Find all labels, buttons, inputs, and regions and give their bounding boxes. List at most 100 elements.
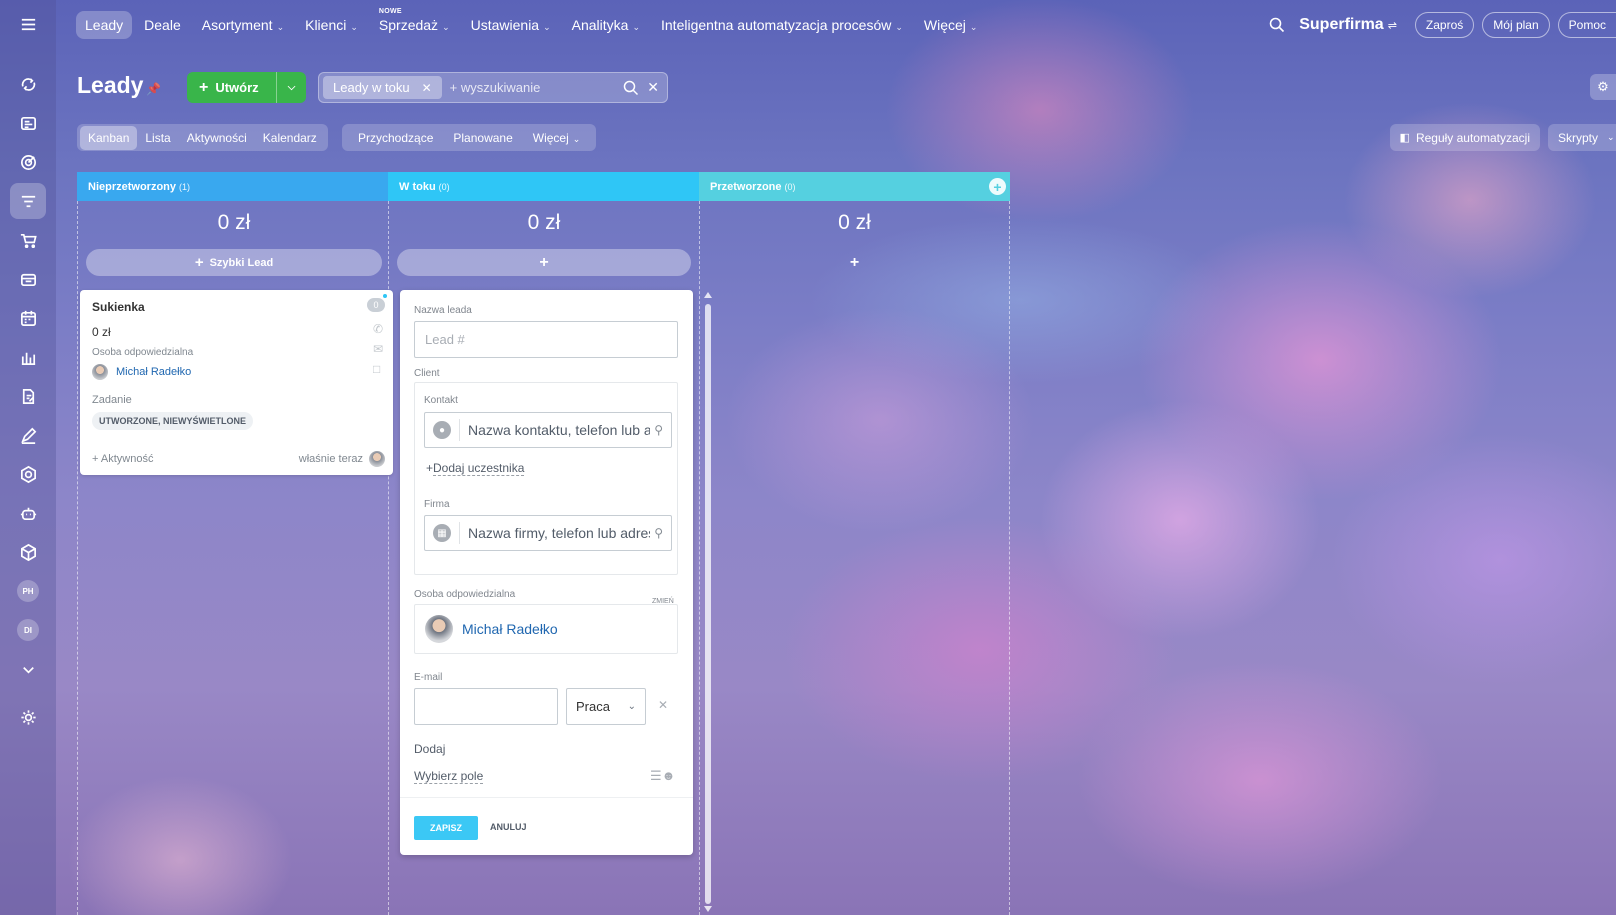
close-icon[interactable]: ✕ bbox=[422, 81, 432, 95]
nav-label: Sprzedaż bbox=[378, 17, 439, 33]
create-button[interactable]: + Utwórz ⌵ bbox=[187, 72, 306, 103]
tab-kalendarz[interactable]: Kalendarz bbox=[255, 126, 325, 150]
robot-icon[interactable] bbox=[10, 495, 46, 531]
user-avatar-di[interactable]: DI bbox=[10, 612, 46, 648]
feed-icon[interactable] bbox=[10, 105, 46, 141]
pin-icon[interactable]: 📌 bbox=[146, 82, 161, 96]
add-lead-button[interactable]: + bbox=[708, 249, 1001, 276]
document-icon[interactable] bbox=[10, 378, 46, 414]
chart-icon[interactable] bbox=[10, 339, 46, 375]
cart-icon[interactable] bbox=[10, 222, 46, 258]
scrollbar-thumb[interactable] bbox=[705, 304, 711, 904]
delete-icon[interactable]: ✕ bbox=[658, 698, 668, 712]
search-input[interactable]: + wyszukiwanie bbox=[450, 80, 624, 95]
chat-icon[interactable]: □ bbox=[373, 362, 383, 376]
my-plan-button[interactable]: Mój plan bbox=[1482, 12, 1550, 38]
quick-lead-button[interactable]: + Szybki Lead bbox=[86, 249, 382, 276]
people-icon[interactable]: ☰☻ bbox=[650, 768, 675, 784]
client-label: Client bbox=[414, 368, 440, 379]
tab-aktywnosci[interactable]: Aktywności bbox=[179, 126, 255, 150]
company-input[interactable]: ▦ Nazwa firmy, telefon lub adres e-mail … bbox=[424, 515, 672, 551]
scroll-down-arrow[interactable] bbox=[704, 906, 712, 912]
cube-icon[interactable] bbox=[10, 534, 46, 570]
nav-asortyment[interactable]: Asortyment ⌄ bbox=[193, 11, 293, 39]
filter-tag[interactable]: Leady w toku ✕ bbox=[323, 76, 442, 99]
column-count: (0) bbox=[438, 181, 450, 192]
nav-automatyzacja[interactable]: Inteligentna automatyzacja procesów ⌄ bbox=[652, 11, 912, 39]
choose-field-link[interactable]: Wybierz pole bbox=[414, 769, 484, 784]
responsible-name[interactable]: Michał Radełko bbox=[462, 621, 558, 637]
company-name[interactable]: Superfirma ⇌ bbox=[1299, 16, 1397, 34]
column-header[interactable]: W toku (0) bbox=[388, 172, 711, 201]
cancel-button[interactable]: ANULUJ bbox=[490, 822, 527, 832]
nav-klienci[interactable]: Klienci ⌄ bbox=[296, 11, 367, 39]
email-input[interactable] bbox=[414, 688, 558, 725]
lead-name-input[interactable]: Lead # bbox=[414, 321, 678, 358]
responsible-person[interactable]: Michał Radełko bbox=[414, 604, 678, 654]
tab-lista[interactable]: Lista bbox=[137, 126, 178, 150]
tab-planowane[interactable]: Planowane bbox=[443, 126, 522, 150]
sign-icon[interactable] bbox=[10, 417, 46, 453]
scrollbar[interactable] bbox=[704, 290, 712, 912]
nav-label: Analityka bbox=[571, 17, 629, 33]
store-icon[interactable] bbox=[10, 261, 46, 297]
target-icon[interactable] bbox=[10, 144, 46, 180]
nav-wiecej[interactable]: Więcej ⌄ bbox=[915, 11, 987, 39]
user-avatar-ph[interactable]: PH bbox=[10, 573, 46, 609]
responsible-label: Osoba odpowiedzialna bbox=[92, 347, 194, 358]
add-lead-button[interactable]: + bbox=[397, 249, 691, 276]
nav-analityka[interactable]: Analityka ⌄ bbox=[563, 11, 649, 39]
column-body: 0 zł + bbox=[699, 201, 1010, 915]
filter-search-box[interactable]: Leady w toku ✕ + wyszukiwanie ✕ bbox=[318, 72, 668, 103]
separator bbox=[459, 419, 460, 441]
add-activity-link[interactable]: + Aktywność bbox=[92, 453, 153, 465]
chevron-down-icon: ⌄ bbox=[969, 22, 978, 32]
gear-icon[interactable]: ⚙ bbox=[1590, 74, 1616, 100]
sub-tabs: Przychodzące Planowane Więcej ⌄ bbox=[342, 124, 597, 151]
scroll-up-arrow[interactable] bbox=[704, 292, 712, 298]
nav-ustawienia[interactable]: Ustawienia ⌄ bbox=[462, 11, 560, 39]
menu-icon[interactable] bbox=[10, 6, 46, 42]
email-label: E-mail bbox=[414, 672, 443, 683]
calendar-icon[interactable] bbox=[10, 300, 46, 336]
save-button[interactable]: ZAPISZ bbox=[414, 816, 478, 840]
email-type-select[interactable]: Praca ⌄ bbox=[566, 688, 646, 725]
contact-input[interactable]: ● Nazwa kontaktu, telefon lub adres e-ma… bbox=[424, 412, 672, 448]
add-label: Dodaj bbox=[414, 742, 446, 756]
plus-icon: + bbox=[199, 78, 209, 96]
scripts-button[interactable]: Skrypty ⌄ bbox=[1548, 124, 1616, 151]
lead-title[interactable]: Sukienka bbox=[92, 300, 381, 314]
mail-icon[interactable]: ✉ bbox=[373, 342, 383, 356]
add-participant-link[interactable]: +Dodaj uczestnika bbox=[426, 461, 525, 476]
tab-przychodzace[interactable]: Przychodzące bbox=[348, 126, 443, 150]
kanban-column-nieprzetworzony: Nieprzetworzony (1) 0 zł + Szybki Lead bbox=[77, 172, 402, 915]
phone-icon[interactable]: ✆ bbox=[373, 322, 383, 336]
deals-icon[interactable] bbox=[10, 66, 46, 102]
nav-sprzedaz[interactable]: NOWE Sprzedaż ⌄ bbox=[370, 8, 459, 39]
search-icon[interactable] bbox=[1269, 17, 1285, 33]
search-icon[interactable] bbox=[623, 80, 639, 96]
shield-icon[interactable] bbox=[10, 456, 46, 492]
clear-icon[interactable]: ✕ bbox=[647, 79, 659, 96]
tab-kanban[interactable]: Kanban bbox=[80, 125, 138, 150]
help-button[interactable]: Pomoc bbox=[1557, 12, 1616, 38]
responsible-name[interactable]: Michał Radełko bbox=[116, 366, 191, 378]
add-column-icon[interactable]: + bbox=[989, 178, 1006, 195]
search-icon[interactable]: ⚲ bbox=[654, 423, 663, 437]
filter-icon[interactable] bbox=[10, 183, 46, 219]
automation-rules-button[interactable]: ◧ Reguły automatyzacji bbox=[1389, 124, 1540, 151]
tab-wiecej[interactable]: Więcej ⌄ bbox=[523, 126, 591, 150]
column-header[interactable]: Nieprzetworzony (1) bbox=[77, 172, 402, 201]
responsible-person[interactable]: Michał Radełko bbox=[92, 364, 381, 380]
chevron-down-icon[interactable] bbox=[10, 651, 46, 687]
search-icon[interactable]: ⚲ bbox=[654, 526, 663, 540]
settings-icon[interactable] bbox=[10, 699, 46, 735]
chevron-down-icon[interactable]: ⌵ bbox=[276, 72, 306, 103]
lead-card[interactable]: 0 Sukienka 0 zł Osoba odpowiedzialna Mic… bbox=[80, 290, 393, 475]
invite-button[interactable]: Zaproś bbox=[1414, 12, 1475, 38]
nav-leady[interactable]: Leady bbox=[76, 11, 133, 39]
avatar-initials: DI bbox=[17, 619, 39, 641]
nav-deale[interactable]: Deale bbox=[135, 11, 190, 39]
column-header[interactable]: Przetworzone (0) + bbox=[699, 172, 1010, 201]
avatar bbox=[369, 451, 385, 467]
